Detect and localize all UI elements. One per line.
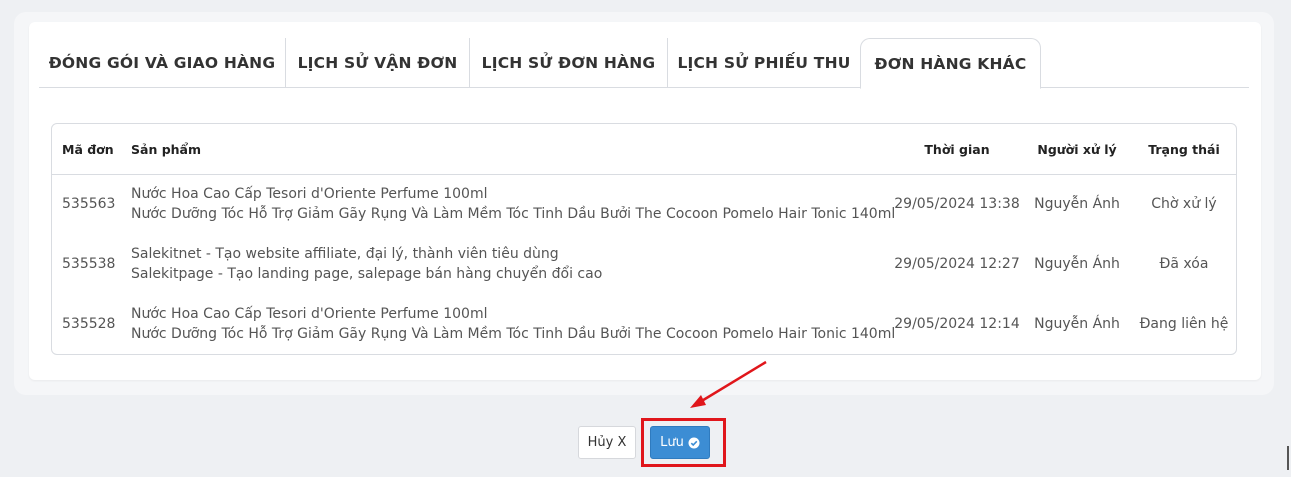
cancel-button[interactable]: Hủy X <box>578 426 636 459</box>
table-row[interactable]: 535528 Nước Hoa Cao Cấp Tesori d'Oriente… <box>52 294 1236 354</box>
product-cell: Salekitnet - Tạo website affiliate, đại … <box>131 234 602 294</box>
tab-lich-su-phieu-thu[interactable]: LỊCH SỬ PHIẾU THU <box>668 38 860 88</box>
product-name: Nước Hoa Cao Cấp Tesori d'Oriente Perfum… <box>131 186 488 202</box>
order-time: 29/05/2024 13:38 <box>894 196 1020 212</box>
column-header-trang-thai: Trạng thái <box>1148 142 1220 157</box>
order-time: 29/05/2024 12:27 <box>894 256 1020 272</box>
product-cell: Nước Hoa Cao Cấp Tesori d'Oriente Perfum… <box>131 174 895 234</box>
order-id: 535563 <box>62 196 116 212</box>
column-header-thoi-gian: Thời gian <box>924 142 990 157</box>
order-id: 535528 <box>62 316 116 332</box>
order-handler: Nguyễn Ánh <box>1034 256 1120 272</box>
scrollbar[interactable] <box>1287 446 1289 470</box>
product-name: Salekitpage - Tạo landing page, salepage… <box>131 266 603 282</box>
tab-dong-goi-giao-hang[interactable]: ĐÓNG GÓI VÀ GIAO HÀNG <box>39 38 286 88</box>
order-handler: Nguyễn Ánh <box>1034 316 1120 332</box>
product-name: Nước Dưỡng Tóc Hỗ Trợ Giảm Gãy Rụng Và L… <box>131 206 896 222</box>
order-status: Đang liên hệ <box>1139 316 1229 332</box>
column-header-ma-don: Mã đơn <box>62 142 114 157</box>
tab-lich-su-van-don[interactable]: LỊCH SỬ VẬN ĐƠN <box>286 38 470 88</box>
product-name: Salekitnet - Tạo website affiliate, đại … <box>131 246 559 262</box>
column-header-san-pham: Sản phẩm <box>131 142 201 157</box>
product-name: Nước Dưỡng Tóc Hỗ Trợ Giảm Gãy Rụng Và L… <box>131 326 896 342</box>
order-time: 29/05/2024 12:14 <box>894 316 1020 332</box>
table-row[interactable]: 535538 Salekitnet - Tạo website affiliat… <box>52 234 1236 294</box>
orders-table: Mã đơn Sản phẩm Thời gian Người xử lý Tr… <box>51 123 1237 355</box>
product-cell: Nước Hoa Cao Cấp Tesori d'Oriente Perfum… <box>131 294 895 354</box>
order-status: Chờ xử lý <box>1151 196 1217 212</box>
tab-bar: ĐÓNG GÓI VÀ GIAO HÀNG LỊCH SỬ VẬN ĐƠN LỊ… <box>39 38 1249 89</box>
highlight-frame <box>641 418 726 467</box>
table-header: Mã đơn Sản phẩm Thời gian Người xử lý Tr… <box>52 124 1236 175</box>
tab-don-hang-khac[interactable]: ĐƠN HÀNG KHÁC <box>860 38 1041 89</box>
order-handler: Nguyễn Ánh <box>1034 196 1120 212</box>
order-status: Đã xóa <box>1159 256 1209 272</box>
tab-lich-su-don-hang[interactable]: LỊCH SỬ ĐƠN HÀNG <box>470 38 668 88</box>
table-row[interactable]: 535563 Nước Hoa Cao Cấp Tesori d'Oriente… <box>52 174 1236 234</box>
product-name: Nước Hoa Cao Cấp Tesori d'Oriente Perfum… <box>131 306 488 322</box>
column-header-nguoi-xu-ly: Người xử lý <box>1037 142 1117 157</box>
order-id: 535538 <box>62 256 116 272</box>
